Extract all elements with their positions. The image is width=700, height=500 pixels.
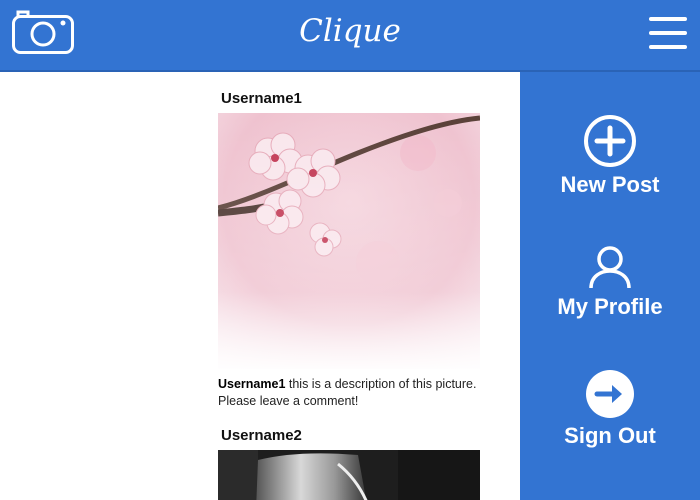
new-post-label: New Post: [560, 172, 660, 197]
my-profile-label: My Profile: [557, 294, 663, 319]
hamburger-menu-icon: [649, 17, 687, 21]
new-post-button[interactable]: New Post: [520, 114, 700, 198]
sign-out-button[interactable]: Sign Out: [520, 369, 700, 449]
post-image[interactable]: [218, 450, 480, 500]
post-caption: Username1 this is a description of this …: [218, 376, 498, 410]
user-icon: [589, 246, 631, 289]
cherry-blossom-photo: [218, 113, 480, 369]
post-username[interactable]: Username1: [221, 90, 302, 107]
post-username[interactable]: Username2: [221, 427, 302, 444]
app-title: Clique: [299, 13, 401, 49]
caption-username[interactable]: Username1: [218, 377, 285, 391]
post-image[interactable]: [218, 113, 480, 369]
plus-circle-icon: [584, 115, 636, 167]
side-menu: New Post My Profile Sign Out: [520, 72, 700, 500]
arrow-right-circle-icon: [586, 370, 634, 418]
menu-button[interactable]: [649, 16, 687, 50]
coffee-photo: [218, 450, 480, 500]
sign-out-label: Sign Out: [564, 423, 656, 448]
my-profile-button[interactable]: My Profile: [520, 244, 700, 320]
post-feed[interactable]: Username1 Username1 this is a descriptio…: [0, 72, 520, 500]
top-app-bar: Clique: [0, 0, 700, 72]
